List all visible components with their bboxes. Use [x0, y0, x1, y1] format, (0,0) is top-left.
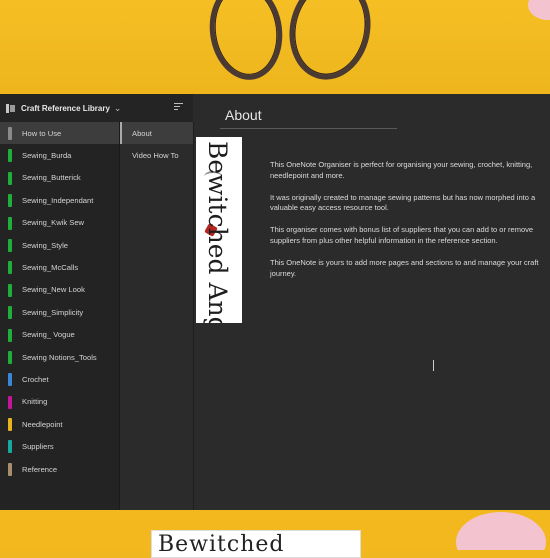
section-item[interactable]: Needlepoint — [0, 413, 119, 435]
section-color-tab — [8, 216, 12, 230]
section-item[interactable]: Sewing_Kwik Sew — [0, 212, 119, 234]
page-item[interactable]: Video How To — [120, 144, 193, 166]
section-label: Sewing_ Vogue — [22, 330, 75, 340]
chevron-down-icon[interactable]: ⌄ — [114, 103, 122, 114]
notebook-icon — [6, 103, 15, 113]
title-underline — [220, 128, 397, 129]
body-paragraph: This organiser comes with bonus list of … — [270, 225, 534, 245]
section-color-tab — [8, 418, 12, 432]
page-body[interactable]: This OneNote Organiser is perfect for or… — [270, 160, 548, 290]
scissors-handle-left — [203, 0, 289, 85]
section-label: Sewing_Kwik Sew — [22, 218, 85, 228]
section-label: How to Use — [22, 128, 62, 138]
section-item[interactable]: Sewing_Simplicity — [0, 301, 119, 323]
section-item[interactable]: Reference — [0, 458, 119, 480]
section-label: Sewing_New Look — [22, 285, 85, 295]
section-label: Needlepoint — [22, 419, 63, 429]
body-paragraph: This OneNote is yours to add more pages … — [270, 257, 539, 278]
page-list: About Video How To — [120, 122, 194, 510]
section-item[interactable]: Sewing_ Vogue — [0, 324, 119, 346]
section-color-tab — [8, 373, 12, 387]
section-label: Sewing Notions_Tools — [22, 352, 97, 362]
section-item[interactable]: Crochet — [0, 368, 119, 390]
footer-logo: Bewitched Angel — [151, 530, 361, 558]
body-paragraph: It was originally created to manage sewi… — [270, 192, 536, 213]
page-item[interactable]: About — [120, 122, 193, 145]
section-list: How to Use Sewing_Burda Sewing_Butterick Se… — [0, 122, 120, 510]
section-color-tab — [8, 283, 12, 297]
section-color-tab — [8, 149, 12, 163]
section-label: Sewing_Butterick — [22, 173, 81, 183]
pink-yarn — [528, 0, 550, 20]
section-color-tab — [8, 395, 12, 409]
bewitched-angel-logo: Bewitched Angel — [196, 137, 242, 323]
section-label: Crochet — [22, 374, 49, 384]
text-cursor — [433, 360, 434, 371]
section-item[interactable]: Suppliers — [0, 435, 119, 457]
section-item[interactable]: Sewing_Style — [0, 234, 119, 256]
section-item[interactable]: Sewing_New Look — [0, 279, 119, 301]
section-label: Sewing_Independant — [22, 195, 94, 205]
onenote-window: Craft Reference Library ⌄ How to Use Sewi… — [0, 94, 550, 510]
page-content[interactable]: About Bewitched Angel This OneNote Organ… — [194, 94, 550, 510]
section-label: Sewing_Style — [22, 240, 69, 250]
section-item[interactable]: Sewing Notions_Tools — [0, 346, 119, 368]
section-color-tab — [8, 440, 12, 454]
section-label: Reference — [22, 464, 58, 474]
section-item[interactable]: Sewing_McCalls — [0, 256, 119, 278]
section-label: Sewing_McCalls — [22, 263, 79, 273]
section-label: Knitting — [22, 397, 48, 407]
section-color-tab — [8, 261, 12, 275]
section-color-tab — [8, 462, 12, 476]
logo-text: Bewitched Angel — [203, 141, 232, 323]
section-label: Sewing_Burda — [22, 151, 72, 161]
section-color-tab — [8, 127, 12, 140]
section-item[interactable]: How to Use — [0, 122, 119, 145]
sort-icon[interactable] — [174, 103, 183, 113]
section-label: Suppliers — [22, 442, 54, 452]
section-item[interactable]: Sewing_Burda — [0, 144, 119, 166]
section-item[interactable]: Knitting — [0, 391, 119, 413]
page-title[interactable]: About — [225, 107, 262, 123]
body-paragraph: This OneNote Organiser is perfect for or… — [270, 160, 533, 180]
section-color-tab — [8, 238, 12, 252]
pink-yarn-bottom — [456, 512, 546, 550]
background-photo-top — [0, 0, 550, 94]
section-color-tab — [8, 171, 12, 185]
footer-logo-text: Bewitched Angel — [158, 532, 285, 557]
notebook-title[interactable]: Craft Reference Library — [21, 104, 110, 113]
notebook-header[interactable]: Craft Reference Library ⌄ — [0, 94, 193, 122]
section-color-tab — [8, 328, 12, 342]
scissors-handle-right — [280, 0, 380, 88]
section-color-tab — [8, 306, 12, 320]
section-item[interactable]: Sewing_Independant — [0, 189, 119, 211]
section-label: Sewing_Simplicity — [22, 307, 84, 317]
section-color-tab — [8, 194, 12, 208]
section-item[interactable]: Sewing_Butterick — [0, 167, 119, 189]
section-color-tab — [8, 350, 12, 364]
